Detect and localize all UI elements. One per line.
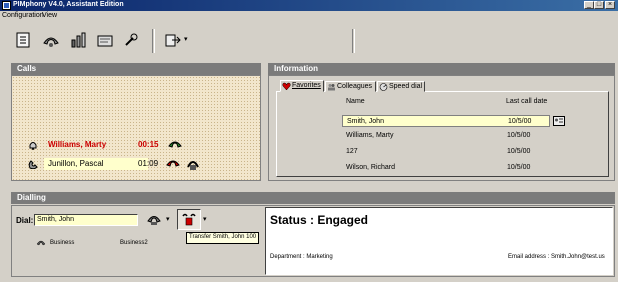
speed-dial-icon — [379, 83, 388, 91]
toolbar-separator — [152, 29, 155, 53]
toolbar-separator-2 — [352, 29, 355, 53]
app-icon — [2, 1, 11, 10]
column-header-name[interactable]: Name — [346, 98, 365, 105]
window-title: PIMphony V4.0, Assistant Edition — [13, 1, 124, 8]
toolbar-dropdown-arrow[interactable]: ▾ — [184, 35, 188, 43]
caller-name: Williams, Marty — [48, 140, 107, 149]
transfer-dropdown-arrow[interactable]: ▾ — [203, 215, 207, 223]
dial-label: Dial: — [16, 216, 34, 225]
call-forward-icon[interactable] — [42, 31, 60, 49]
caller-name: Junillon, Pascal — [48, 159, 104, 168]
tab-speed-dial[interactable]: Speed dial — [377, 81, 425, 92]
call-row[interactable]: Williams, Marty 00:15 — [16, 139, 256, 152]
calls-header: Calls — [11, 63, 261, 75]
transfer-button[interactable] — [177, 209, 201, 230]
contact-name: Williams, Marty — [346, 132, 394, 139]
transfer-call-icon[interactable] — [186, 157, 200, 171]
call-row[interactable]: Junillon, Pascal 01:09 — [16, 158, 256, 171]
maximize-button[interactable]: □ — [594, 1, 604, 9]
tab-colleagues[interactable]: Colleagues — [325, 81, 376, 92]
contact-name: 127 — [346, 148, 358, 155]
tab-label: Speed dial — [389, 83, 423, 90]
call-status: Status : Engaged — [270, 213, 369, 227]
colleagues-icon — [328, 84, 335, 91]
phone-book-icon[interactable] — [14, 31, 32, 49]
table-row[interactable]: 127 10/5/00 — [342, 146, 550, 158]
close-button[interactable]: × — [605, 1, 615, 9]
last-call-date: 10/5/00 — [507, 164, 531, 171]
contact-name: Wilson, Richard — [346, 164, 396, 171]
column-header-last-call[interactable]: Last call date — [506, 98, 547, 105]
business-number[interactable]: Business — [50, 240, 74, 246]
menu-configuration[interactable]: Configuration — [2, 12, 44, 19]
last-call-date: 10/5/00 — [508, 118, 532, 125]
statistics-icon[interactable] — [70, 31, 88, 49]
menu-bar: Configuration View — [0, 11, 618, 21]
department-label: Department : Marketing — [270, 254, 333, 260]
dialling-header: Dialling — [11, 192, 615, 204]
contact-name: Smith, John — [347, 118, 384, 125]
menu-view[interactable]: View — [42, 12, 57, 19]
directory-icon[interactable] — [96, 31, 114, 49]
tab-label: Favorites — [292, 82, 321, 89]
transfer-icon — [182, 213, 196, 226]
information-header: Information — [268, 63, 615, 75]
dial-input[interactable]: Smith, John — [34, 214, 138, 226]
call-duration: 00:15 — [138, 140, 159, 149]
dial-dropdown-arrow[interactable]: ▾ — [166, 215, 170, 223]
last-call-date: 10/5/00 — [507, 132, 531, 139]
tab-label: Colleagues — [337, 83, 373, 90]
table-row[interactable]: Smith, John 10/5/00 — [342, 115, 550, 127]
table-row[interactable]: Williams, Marty 10/5/00 — [342, 130, 550, 142]
minimize-button[interactable]: _ — [584, 1, 594, 9]
table-row[interactable]: Wilson, Richard 10/5/00 — [342, 162, 550, 174]
handset-icon — [28, 160, 38, 169]
transfer-menu-icon[interactable] — [164, 31, 182, 49]
heart-icon — [282, 82, 291, 91]
contact-card-icon[interactable] — [553, 116, 565, 126]
answer-call-icon[interactable] — [168, 139, 182, 151]
bell-icon — [29, 142, 37, 150]
dial-phone-icon[interactable] — [146, 211, 162, 227]
toolbar: ▾ — [0, 21, 618, 59]
transfer-tooltip: Transfer Smith, John 100 — [186, 232, 260, 244]
business2-number[interactable]: Business2 — [120, 240, 148, 246]
tools-icon[interactable] — [122, 31, 140, 49]
last-call-date: 10/5/00 — [507, 148, 531, 155]
business-phone-icon[interactable] — [36, 238, 46, 247]
tab-favorites[interactable]: Favorites — [280, 80, 324, 92]
call-duration: 01:09 — [138, 159, 159, 168]
title-bar: PIMphony V4.0, Assistant Edition _ □ × — [0, 0, 618, 11]
hang-up-icon[interactable] — [166, 158, 180, 170]
email-address: Email address : Smith.John@test.us — [508, 254, 605, 260]
